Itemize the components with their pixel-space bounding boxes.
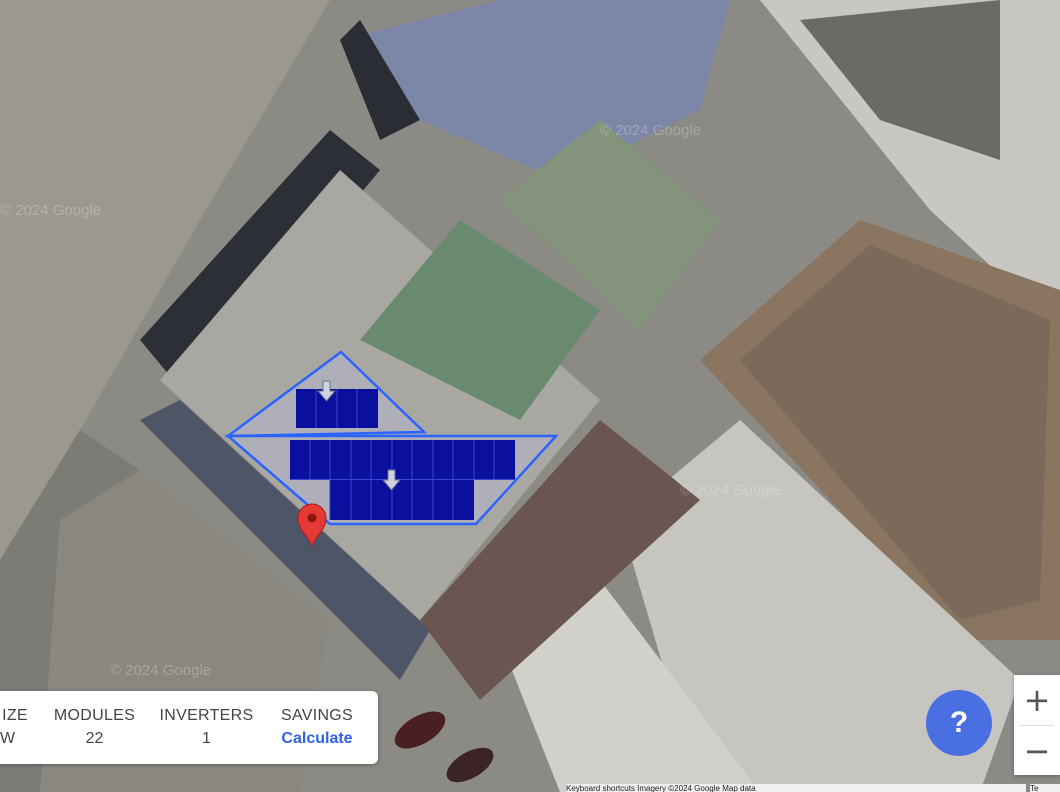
panel-array-upper[interactable] [296,389,378,428]
stat-inverters: INVERTERS 1 [149,707,264,748]
terms-link[interactable]: Te [1030,784,1060,792]
stat-label: INVERTERS [159,707,254,724]
stat-value: 22 [85,730,104,747]
map-watermark: © 2024 Google [0,202,101,219]
stat-label: MODULES [53,707,136,724]
system-stats-panel: IZE W MODULES 22 INVERTERS 1 SAVINGS Cal… [0,691,378,764]
satellite-map[interactable]: © 2024 Google © 2024 Google © 2024 Googl… [0,0,1060,792]
help-icon: ? [949,706,969,739]
map-attribution[interactable]: Keyboard shortcuts Imagery ©2024 Google … [566,784,1026,792]
stat-value: 1 [202,730,211,747]
stat-label: IZE [2,707,28,724]
zoom-in-button[interactable]: + [1014,675,1060,725]
zoom-control: + − [1014,675,1060,775]
stat-savings: SAVINGS Calculate [264,707,370,748]
stat-label: SAVINGS [280,707,354,724]
stat-value: W [0,730,16,747]
zoom-out-button[interactable]: − [1014,726,1060,776]
map-imagery: © 2024 Google © 2024 Google © 2024 Googl… [0,0,1060,792]
stat-modules: MODULES 22 [40,707,149,748]
stat-size: IZE W [0,707,40,748]
help-button[interactable]: ? [926,690,992,756]
calculate-savings-link[interactable]: Calculate [281,730,352,748]
map-watermark: © 2024 Google [600,122,701,139]
map-watermark: © 2024 Google [110,662,211,679]
map-watermark: © 2024 Google [680,482,781,499]
